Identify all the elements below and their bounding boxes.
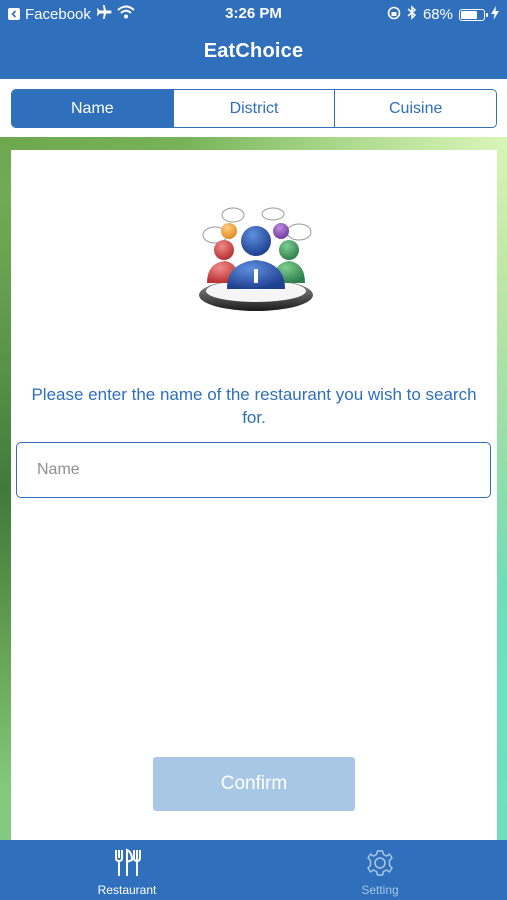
app-header: Facebook 3:26 PM 68% EatChoice — [0, 0, 507, 79]
tab-setting[interactable]: Setting — [280, 840, 480, 900]
eatchoice-logo-icon — [199, 207, 313, 311]
tab-restaurant[interactable]: Restaurant — [27, 840, 227, 900]
tab-setting-label: Setting — [361, 883, 399, 897]
search-card: Please enter the name of the restaurant … — [11, 150, 497, 840]
battery-percent: 68% — [422, 6, 453, 23]
status-right-group: 68% — [387, 5, 499, 24]
confirm-button[interactable]: Confirm — [153, 757, 355, 811]
bottom-tab-bar: Restaurant Setting — [0, 840, 507, 900]
app-title: EatChoice — [203, 40, 304, 62]
segment-district[interactable]: District — [173, 90, 336, 127]
segment-cuisine[interactable]: Cuisine — [335, 90, 496, 127]
battery-icon — [459, 8, 488, 21]
search-prompt: Please enter the name of the restaurant … — [31, 385, 477, 427]
tab-restaurant-label: Restaurant — [97, 883, 157, 897]
segment-name[interactable]: Name — [12, 90, 174, 127]
orientation-lock-icon — [387, 6, 401, 24]
charging-bolt-icon — [491, 5, 499, 24]
restaurant-name-input[interactable] — [16, 442, 491, 498]
fork-knife-icon — [115, 848, 141, 876]
gear-icon — [367, 850, 393, 876]
segment-bar: Name District Cuisine — [0, 79, 507, 137]
battery-fill — [461, 10, 478, 19]
status-bar: Facebook 3:26 PM 68% — [0, 0, 507, 28]
search-mode-segmented-control: Name District Cuisine — [11, 89, 497, 128]
bluetooth-icon — [407, 5, 417, 24]
